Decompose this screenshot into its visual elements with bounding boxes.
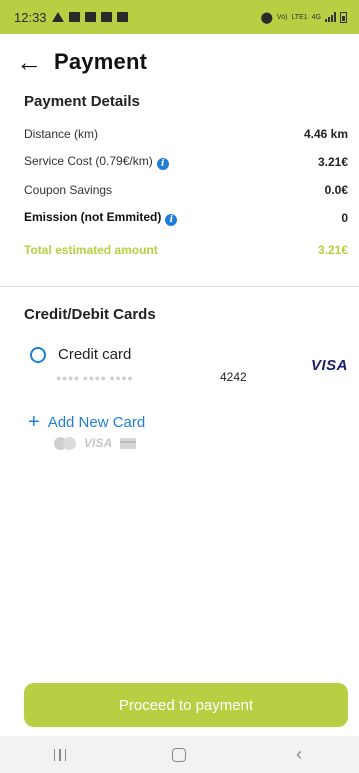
distance-row: Distance (km) 4.46 km [24,120,348,148]
coupon-savings-label: Coupon Savings [24,183,113,197]
status-left: 12:33 [14,10,128,25]
card-icon [120,437,137,449]
recent-apps-button[interactable] [30,740,90,770]
distance-label: Distance (km) [24,127,99,141]
network-label-lte: LTE1 [291,13,308,21]
service-cost-label: Service Cost (0.79€/km) [24,154,153,168]
card-last4: 4242 [220,370,247,384]
image-icon [100,12,112,22]
mail-icon [68,12,80,22]
emission-label-wrap: Emission (not Emmited) i [24,210,178,226]
battery-icon [340,11,347,23]
message-icon [84,12,96,22]
section-divider [0,286,359,287]
coupon-savings-row: Coupon Savings 0.0€ [24,176,348,204]
recent-apps-icon [53,748,67,761]
emission-label: Emission (not Emmited) [24,210,162,224]
card-masked-number: ●●●● ●●●● ●●●● [56,373,134,383]
calendar-icon [116,12,128,22]
info-icon[interactable]: i [165,214,178,226]
info-icon[interactable]: i [156,158,169,170]
visa-logo: VISA [310,357,348,374]
cards-title: Credit/Debit Cards [24,306,156,323]
service-cost-label-wrap: Service Cost (0.79€/km) i [24,154,169,170]
warning-icon [51,12,64,22]
proceed-to-payment-button[interactable]: Proceed to payment [24,683,348,727]
chevron-left-icon: ‹ [296,744,303,764]
plus-icon: + [28,411,40,433]
total-row: Total estimated amount 3.21€ [24,236,348,264]
status-right: ⬤ Vo) LTE1 4G [261,11,347,24]
service-cost-row: Service Cost (0.79€/km) i 3.21€ [24,148,348,176]
card-option[interactable]: Credit card ●●●● ●●●● ●●●● 4242 VISA [30,344,350,388]
home-icon [172,747,187,762]
visa-gray-logo: VISA [84,436,113,450]
accepted-brands: VISA [54,436,137,450]
status-bar: 12:33 ⬤ Vo) LTE1 4G [0,0,359,34]
emission-value: 0 [341,211,348,225]
signal-icon [325,12,336,22]
page-title: Payment [54,49,148,74]
card-radio[interactable] [30,347,46,363]
add-card-button[interactable]: + Add New Card [28,412,145,432]
service-cost-value: 3.21€ [317,155,348,169]
home-button[interactable] [149,740,209,770]
network-label-vo: Vo) [276,13,288,21]
network-label-4g: 4G [311,13,321,21]
total-value: 3.21€ [317,243,348,257]
mastercard-icon [54,436,76,450]
system-nav-bar: ‹ [0,736,359,773]
payment-details-title: Payment Details [24,93,140,110]
card-name: Credit card [58,346,132,363]
coupon-savings-value: 0.0€ [324,183,348,197]
status-time: 12:33 [14,9,47,25]
payment-details: Distance (km) 4.46 km Service Cost (0.79… [24,120,348,264]
page-header: ← Payment [16,44,147,80]
distance-value: 4.46 km [303,127,348,141]
arrow-left-icon[interactable]: ← [16,49,42,75]
back-button[interactable]: ‹ [269,740,329,770]
location-icon: ⬤ [260,11,273,24]
emission-row: Emission (not Emmited) i 0 [24,204,348,232]
total-label: Total estimated amount [24,243,158,257]
add-card-label: Add New Card [47,413,146,431]
